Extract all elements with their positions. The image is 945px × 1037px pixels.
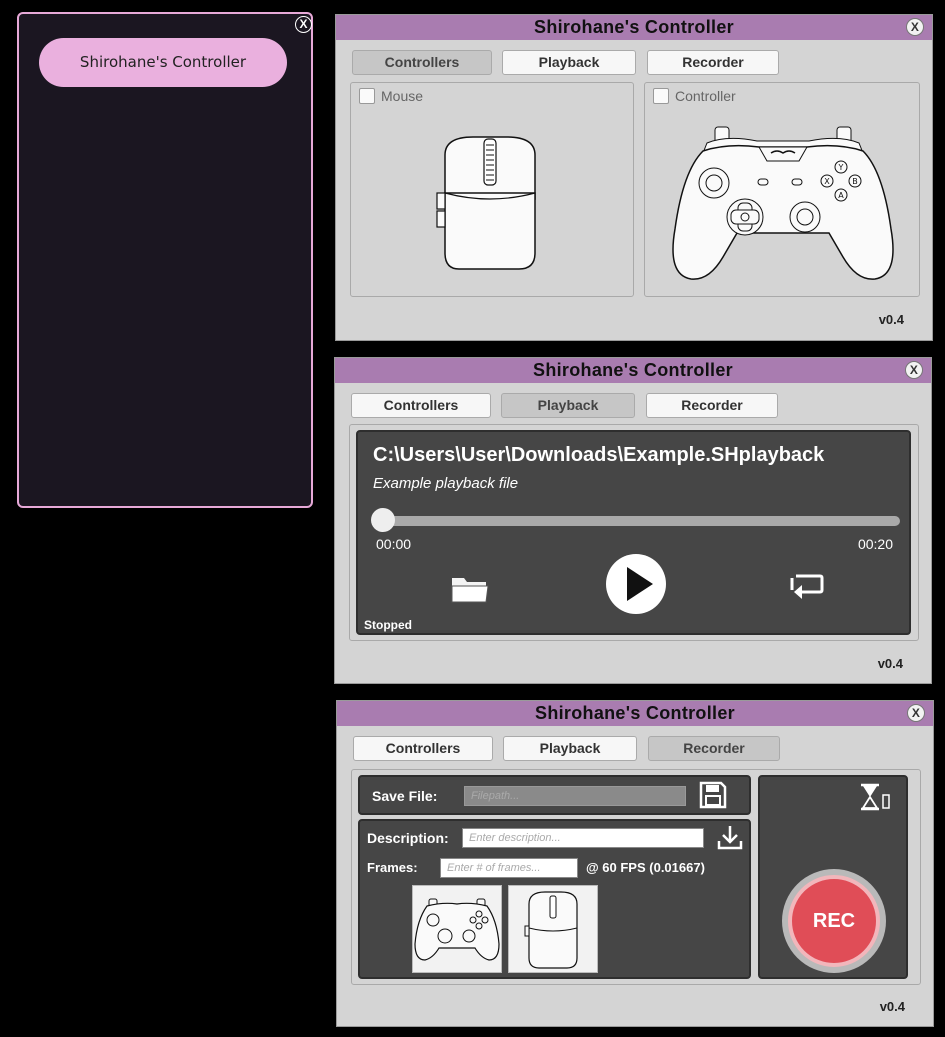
svg-text:B: B [852,177,858,186]
window-title: Shirohane's Controller [535,703,735,723]
window-close-button[interactable]: X [907,704,925,722]
recorder-window: Shirohane's Controller X Controllers Pla… [336,700,934,1027]
folder-icon[interactable] [450,572,490,604]
file-description: Example playback file [373,475,519,492]
download-icon[interactable] [716,823,744,851]
controller-label: Controller [675,88,736,104]
tab-recorder[interactable]: Recorder [647,50,779,75]
window-close-button[interactable]: X [906,18,924,36]
mouse-pane: Mouse [350,82,634,297]
fps-text: @ 60 FPS (0.01667) [586,860,705,875]
seek-bar[interactable] [384,516,900,526]
controllers-window: Shirohane's Controller X Controllers Pla… [335,14,933,341]
record-control-box: REC [758,775,908,979]
save-file-box: Save File: Filepath... [358,775,751,815]
record-settings-box: Description: Enter description... Frames… [358,819,751,979]
mouse-checkbox[interactable] [359,88,375,104]
tab-recorder[interactable]: Recorder [648,736,780,761]
mouse-label: Mouse [381,88,424,104]
tab-controllers[interactable]: Controllers [353,736,493,761]
svg-text:X: X [824,177,830,186]
launcher-panel: X Shirohane's Controller [17,12,313,508]
window-titlebar[interactable]: Shirohane's Controller X [336,15,932,40]
gamepad-icon[interactable]: Y X B A [667,125,899,283]
frames-input[interactable]: Enter # of frames... [440,858,578,878]
controller-checkbox-row: Controller [653,88,736,104]
tab-playback[interactable]: Playback [503,736,637,761]
tab-recorder[interactable]: Recorder [646,393,778,418]
description-input[interactable]: Enter description... [462,828,704,848]
time-current: 00:00 [376,536,412,552]
mouse-record-toggle[interactable] [508,885,598,973]
launcher-close-button[interactable]: X [295,16,312,33]
tab-controllers[interactable]: Controllers [352,50,492,75]
loop-icon[interactable] [786,570,826,602]
gamepad-record-toggle[interactable] [412,885,502,973]
frames-label: Frames: [367,860,418,875]
window-titlebar[interactable]: Shirohane's Controller X [335,358,931,383]
gamepad-icon [414,898,500,961]
window-title: Shirohane's Controller [533,360,733,380]
mouse-checkbox-row: Mouse [359,88,423,104]
version-label: v0.4 [877,656,903,671]
window-titlebar[interactable]: Shirohane's Controller X [337,701,933,726]
svg-text:A: A [838,191,844,200]
tab-playback[interactable]: Playback [501,393,635,418]
window-close-button[interactable]: X [905,361,923,379]
version-label: v0.4 [879,999,905,1014]
mouse-icon[interactable] [435,133,545,273]
rec-button[interactable]: REC [788,875,880,967]
time-total: 00:20 [857,536,893,552]
seek-handle[interactable] [371,508,395,532]
svg-text:Y: Y [838,163,844,172]
player-panel: C:\Users\User\Downloads\Example.SHplayba… [356,430,911,635]
save-file-label: Save File: [372,788,438,804]
version-label: v0.4 [878,312,904,327]
file-path: C:\Users\User\Downloads\Example.SHplayba… [373,444,825,466]
description-label: Description: [367,830,449,846]
launcher-open-button[interactable]: Shirohane's Controller [39,38,287,87]
playback-window: Shirohane's Controller X Controllers Pla… [334,357,932,684]
tab-playback[interactable]: Playback [502,50,636,75]
save-file-input[interactable]: Filepath... [464,786,686,806]
controller-pane: Controller Y X B A [644,82,920,297]
playback-status: Stopped [364,618,412,632]
save-icon[interactable] [698,780,728,810]
mouse-icon [524,891,578,969]
controller-checkbox[interactable] [653,88,669,104]
tab-controllers[interactable]: Controllers [351,393,491,418]
window-title: Shirohane's Controller [534,17,734,37]
hourglass-icon[interactable] [858,783,892,811]
play-button[interactable] [605,553,667,615]
